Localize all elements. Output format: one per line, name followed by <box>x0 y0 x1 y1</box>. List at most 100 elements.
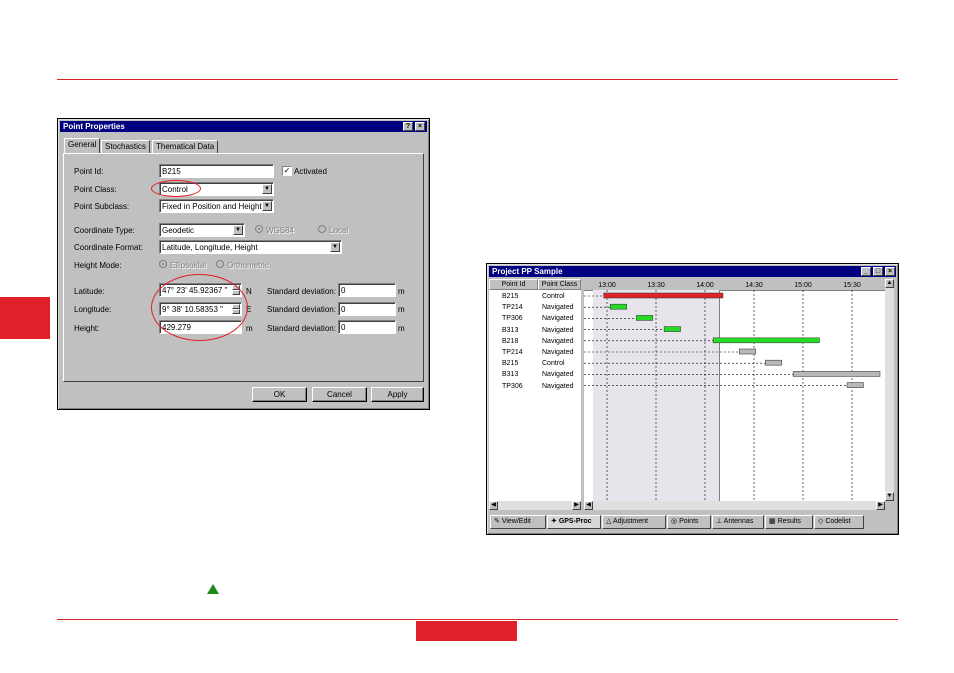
list-item-point-class[interactable]: Navigated <box>542 314 574 323</box>
ok-button[interactable]: OK <box>252 387 307 402</box>
list-item-point-id[interactable]: B218 <box>502 337 518 346</box>
std-lat-field[interactable]: 0 <box>338 283 396 297</box>
tab-thematical-data[interactable]: Thematical Data <box>152 140 219 153</box>
dialog-titlebar: Point Properties ? × <box>60 121 427 132</box>
tab-adjustment[interactable]: △ Adjustment <box>602 515 666 529</box>
scroll-left-icon[interactable]: ◀ <box>489 501 498 510</box>
coord-type-label: Coordinate Type: <box>74 226 135 235</box>
latitude-label: Latitude: <box>74 287 105 296</box>
occupation-bar[interactable] <box>792 371 881 377</box>
std-height-field[interactable]: 0 <box>338 320 396 334</box>
point-id-field[interactable]: B215 <box>159 164 274 178</box>
chevron-down-icon[interactable]: ▼ <box>330 242 340 252</box>
list-item-point-class[interactable]: Control <box>542 359 565 368</box>
chevron-down-icon[interactable]: ▼ <box>262 184 272 194</box>
tab-antennas-label: Antennas <box>723 518 754 525</box>
coord-type-select[interactable]: Geodetic ▼ <box>159 223 245 237</box>
orthometric-radio[interactable] <box>216 260 224 268</box>
std-unit-lat: m <box>398 287 405 296</box>
col-point-id[interactable]: Point Id <box>489 279 538 290</box>
point-subclass-select[interactable]: Fixed in Position and Height ▼ <box>159 199 274 213</box>
wgs84-label: WGS84 <box>266 226 295 235</box>
wgs84-radio[interactable] <box>255 225 263 233</box>
occupation-bar[interactable] <box>663 326 681 332</box>
list-item-point-id[interactable]: B313 <box>502 326 518 335</box>
tab-results-label: Results <box>777 518 801 525</box>
timeline: 13:00 13:30 14:00 14:30 15:00 15:30 <box>584 279 885 501</box>
occupation-bar[interactable] <box>636 315 654 321</box>
tab-adjustment-label: Adjustment <box>612 518 648 525</box>
point-class-label: Point Class: <box>74 185 117 194</box>
tab-view-edit[interactable]: ✎ View/Edit <box>490 515 546 529</box>
tab-codelist[interactable]: ◇ Codelist <box>814 515 864 529</box>
std-lon-field[interactable]: 0 <box>338 302 396 316</box>
local-label: Local <box>329 226 349 235</box>
tab-codelist-label: Codelist <box>825 518 851 525</box>
list-item-point-class[interactable]: Navigated <box>542 382 574 391</box>
help-icon[interactable]: ? <box>403 122 413 131</box>
scroll-up-icon[interactable]: ▲ <box>885 279 894 288</box>
ellipsoidal-label: Ellipsoidal <box>170 261 207 270</box>
list-item-point-class[interactable]: Control <box>542 292 565 301</box>
highlight-point-class <box>151 180 201 197</box>
chevron-down-icon[interactable]: ▼ <box>233 225 243 235</box>
project-window: Project PP Sample _ □ × Point Id Point C… <box>486 263 899 535</box>
minimize-icon[interactable]: _ <box>861 267 871 276</box>
list-item-point-class[interactable]: Navigated <box>542 348 574 357</box>
points-icon: ◎ <box>671 518 680 525</box>
col-point-class[interactable]: Point Class <box>538 279 581 290</box>
scroll-left-icon[interactable]: ◀ <box>584 501 593 510</box>
tab-general[interactable]: General <box>64 138 101 153</box>
scroll-down-icon[interactable]: ▼ <box>885 492 894 501</box>
gantt-chart: 13:00 13:30 14:00 14:30 15:00 15:30 <box>584 282 881 501</box>
point-list: Point Id Point Class B215 Control TP214 Nav… <box>489 279 581 510</box>
tab-gps-proc[interactable]: ✦ GPS-Proc <box>547 515 601 529</box>
occupation-bar[interactable] <box>603 292 724 299</box>
scroll-right-icon[interactable]: ▶ <box>572 501 581 510</box>
time-tick-label: 13:30 <box>647 282 665 289</box>
list-item-point-id[interactable]: TP214 <box>502 348 523 357</box>
list-item-point-id[interactable]: TP214 <box>502 303 523 312</box>
maximize-icon[interactable]: □ <box>873 267 883 276</box>
project-titlebar: Project PP Sample _ □ × <box>489 266 896 277</box>
occupation-bar[interactable] <box>739 348 756 355</box>
list-item-point-class[interactable]: Navigated <box>542 370 574 379</box>
list-item-point-id[interactable]: TP306 <box>502 382 523 391</box>
chevron-down-icon[interactable]: ▼ <box>262 201 272 211</box>
time-tick-label: 14:30 <box>745 282 763 289</box>
coord-format-label: Coordinate Format: <box>74 243 143 252</box>
point-subclass-value: Fixed in Position and Height <box>162 202 262 211</box>
tab-points[interactable]: ◎ Points <box>667 515 711 529</box>
close-icon[interactable]: × <box>415 122 425 131</box>
activated-checkbox[interactable]: ✓ <box>282 166 292 176</box>
occupation-bar[interactable] <box>609 303 627 310</box>
list-item-point-class[interactable]: Navigated <box>542 303 574 312</box>
bottom-divider <box>57 619 898 620</box>
occupation-bar[interactable] <box>712 337 820 344</box>
timeline-hscrollbar[interactable]: ◀ ▶ <box>584 501 885 510</box>
results-icon: ▦ <box>769 518 778 525</box>
list-item-point-class[interactable]: Navigated <box>542 337 574 346</box>
list-item-point-class[interactable]: Navigated <box>542 326 574 335</box>
list-item-point-id[interactable]: TP306 <box>502 314 523 323</box>
apply-button[interactable]: Apply <box>371 387 424 402</box>
ellipsoidal-radio[interactable] <box>159 260 167 268</box>
occupation-bar[interactable] <box>846 382 864 388</box>
scroll-right-icon[interactable]: ▶ <box>876 501 885 510</box>
list-hscrollbar[interactable]: ◀ ▶ <box>489 501 581 510</box>
tab-results[interactable]: ▦ Results <box>765 515 813 529</box>
std-label-lon: Standard deviation: <box>267 305 336 314</box>
cancel-button[interactable]: Cancel <box>312 387 367 402</box>
local-radio[interactable] <box>318 225 326 233</box>
std-unit-height: m <box>398 324 405 333</box>
close-icon[interactable]: × <box>885 267 895 276</box>
timeline-vscrollbar[interactable]: ▲ ▼ <box>885 279 894 501</box>
list-item-point-id[interactable]: B215 <box>502 359 518 368</box>
tab-antennas[interactable]: ⊥ Antennas <box>712 515 764 529</box>
tab-stochastics[interactable]: Stochastics <box>101 140 150 153</box>
occupation-bar[interactable] <box>765 359 783 366</box>
longitude-label: Longitude: <box>74 305 112 314</box>
list-item-point-id[interactable]: B215 <box>502 292 518 301</box>
coord-format-select[interactable]: Latitude, Longitude, Height ▼ <box>159 240 342 254</box>
list-item-point-id[interactable]: B313 <box>502 370 518 379</box>
